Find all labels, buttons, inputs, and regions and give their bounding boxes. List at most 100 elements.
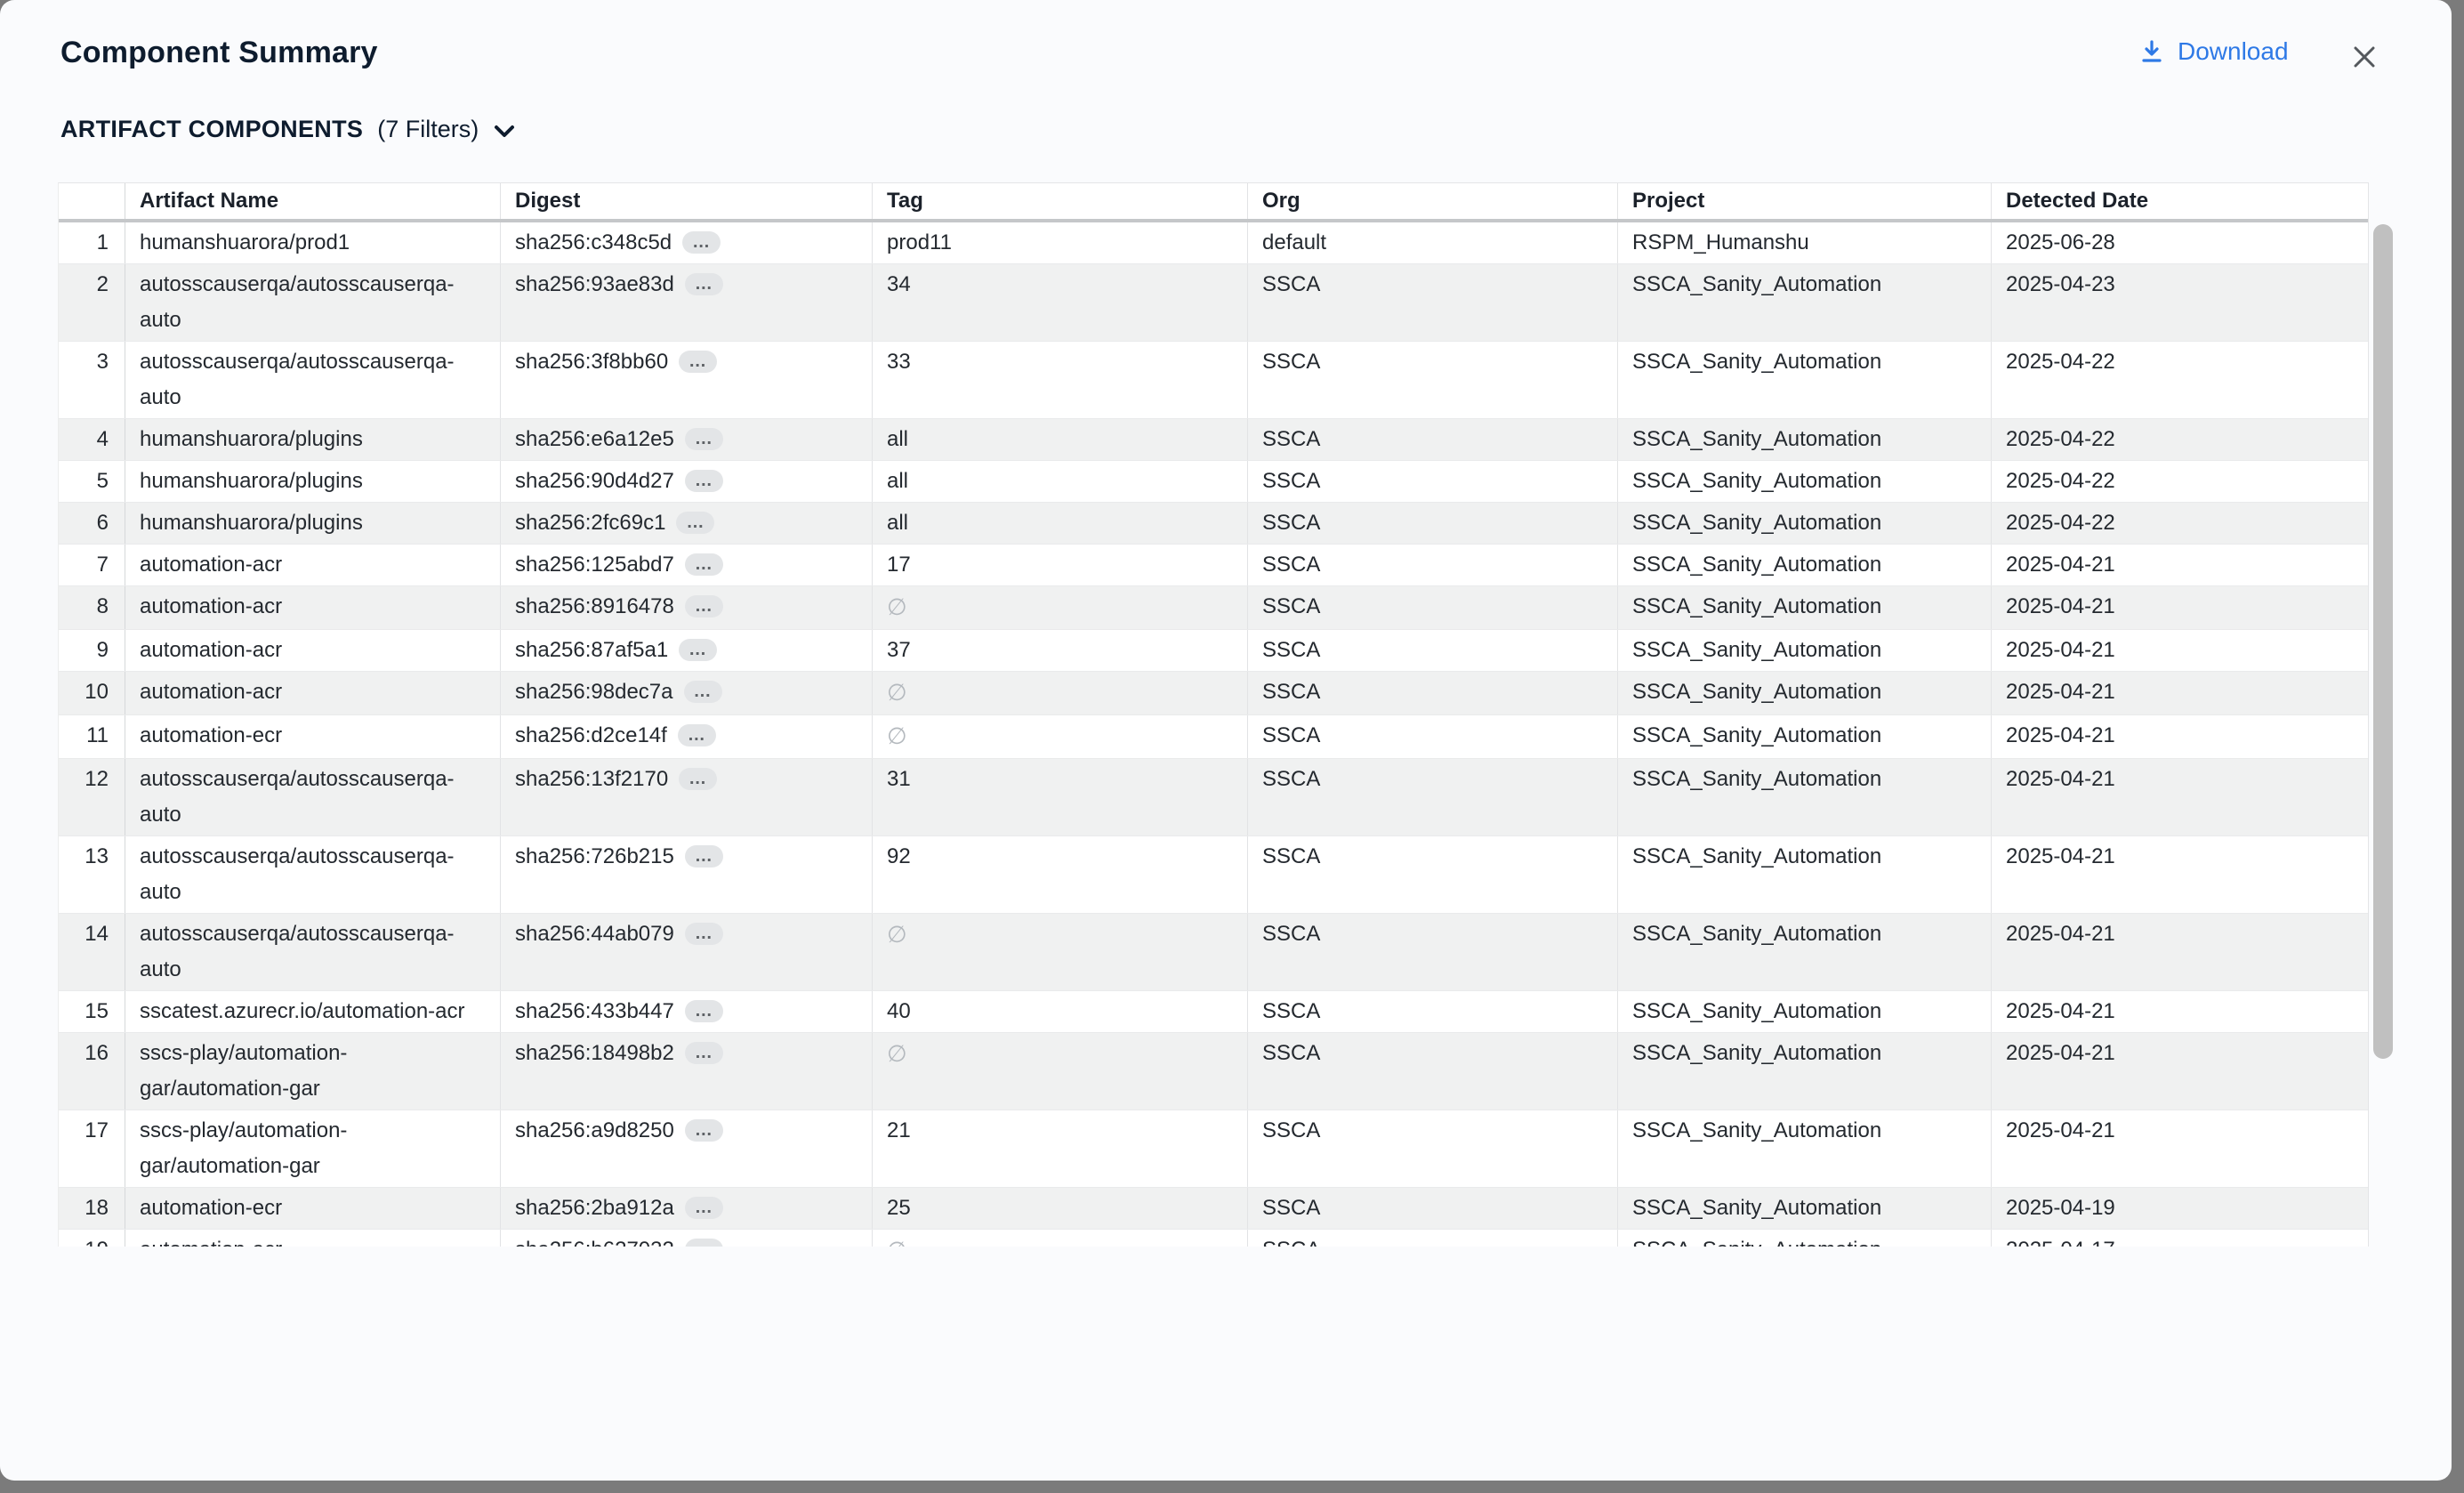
col-header-tag[interactable]: Tag <box>873 183 1248 219</box>
cell-artifact-name: autosscauserqa/autosscauserqa-auto <box>125 759 501 835</box>
digest-value: sha256:18498b2 <box>515 1041 674 1065</box>
digest-expand-button[interactable]: … <box>685 595 723 617</box>
digest-value: sha256:c348c5d <box>515 230 672 254</box>
cell-project: SSCA_Sanity_Automation <box>1618 759 1992 835</box>
cell-tag: ∅ <box>873 715 1248 758</box>
cell-org: default <box>1248 222 1618 263</box>
digest-expand-button[interactable]: … <box>685 273 723 295</box>
digest-value: sha256:b627032 <box>515 1238 674 1247</box>
cell-artifact-name: autosscauserqa/autosscauserqa-auto <box>125 264 501 341</box>
cell-row-number: 12 <box>59 759 125 835</box>
table-row[interactable]: 12autosscauserqa/autosscauserqa-autosha2… <box>59 759 2368 836</box>
vertical-scrollbar-thumb[interactable] <box>2373 224 2393 1059</box>
digest-expand-button[interactable]: … <box>685 428 723 450</box>
table-row[interactable]: 7automation-acrsha256:125abd7…17SSCASSCA… <box>59 545 2368 586</box>
cell-digest: sha256:2ba912a… <box>501 1188 873 1229</box>
table-body: 1humanshuarora/prod1sha256:c348c5d…prod1… <box>59 222 2368 1247</box>
cell-org: SSCA <box>1248 1188 1618 1229</box>
table-row[interactable]: 11automation-ecrsha256:d2ce14f…∅SSCASSCA… <box>59 715 2368 759</box>
cell-org: SSCA <box>1248 630 1618 671</box>
col-header-project[interactable]: Project <box>1618 183 1992 219</box>
cell-org: SSCA <box>1248 1230 1618 1247</box>
cell-digest: sha256:726b215 … <box>501 836 873 913</box>
cell-row-number: 10 <box>59 672 125 714</box>
table-row[interactable]: 18automation-ecrsha256:2ba912a…25SSCASSC… <box>59 1188 2368 1230</box>
cell-row-number: 17 <box>59 1110 125 1187</box>
cell-tag: all <box>873 419 1248 460</box>
close-icon <box>2349 42 2379 72</box>
cell-project: SSCA_Sanity_Automation <box>1618 545 1992 585</box>
cell-detected-date: 2025-04-21 <box>1992 545 2368 585</box>
cell-artifact-name: automation-acr <box>125 1230 501 1247</box>
cell-detected-date: 2025-04-21 <box>1992 672 2368 714</box>
digest-expand-button[interactable]: … <box>685 845 723 868</box>
table-row[interactable]: 1humanshuarora/prod1sha256:c348c5d…prod1… <box>59 222 2368 264</box>
cell-tag: ∅ <box>873 586 1248 629</box>
table-row[interactable]: 17sscs-play/automation-gar/automation-ga… <box>59 1110 2368 1188</box>
cell-detected-date: 2025-04-21 <box>1992 715 2368 758</box>
cell-org: SSCA <box>1248 991 1618 1032</box>
table-row[interactable]: 9automation-acrsha256:87af5a1…37SSCASSCA… <box>59 630 2368 672</box>
table-row[interactable]: 8automation-acrsha256:8916478…∅SSCASSCA_… <box>59 586 2368 630</box>
col-header-digest[interactable]: Digest <box>501 183 873 219</box>
empty-tag-icon: ∅ <box>887 1237 907 1247</box>
table-row[interactable]: 16sscs-play/automation-gar/automation-ga… <box>59 1033 2368 1110</box>
cell-tag: all <box>873 461 1248 502</box>
digest-value: sha256:e6a12e5 <box>515 427 674 451</box>
digest-expand-button[interactable]: … <box>685 470 723 492</box>
cell-row-number: 8 <box>59 586 125 629</box>
col-header-artifact-name[interactable]: Artifact Name <box>125 183 501 219</box>
table-row[interactable]: 15sscatest.azurecr.io/automation-acrsha2… <box>59 991 2368 1033</box>
table-row[interactable]: 13autosscauserqa/autosscauserqa-autosha2… <box>59 836 2368 914</box>
cell-tag: ∅ <box>873 1230 1248 1247</box>
table-row[interactable]: 4humanshuarora/pluginssha256:e6a12e5…all… <box>59 419 2368 461</box>
digest-value: sha256:125abd7 <box>515 553 674 577</box>
cell-tag: 92 <box>873 836 1248 913</box>
empty-tag-icon: ∅ <box>887 679 907 706</box>
table-row[interactable]: 3autosscauserqa/autosscauserqa-autosha25… <box>59 342 2368 419</box>
digest-value: sha256:93ae83d <box>515 272 674 296</box>
cell-org: SSCA <box>1248 715 1618 758</box>
cell-org: SSCA <box>1248 672 1618 714</box>
cell-project: SSCA_Sanity_Automation <box>1618 461 1992 502</box>
table-row[interactable]: 5humanshuarora/pluginssha256:90d4d27…all… <box>59 461 2368 503</box>
cell-project: SSCA_Sanity_Automation <box>1618 1188 1992 1229</box>
cell-detected-date: 2025-04-22 <box>1992 342 2368 418</box>
filters-count-label[interactable]: (7 Filters) <box>377 116 479 143</box>
digest-expand-button[interactable]: … <box>679 351 717 373</box>
digest-expand-button[interactable]: … <box>679 768 717 790</box>
col-header-org[interactable]: Org <box>1248 183 1618 219</box>
artifact-components-header: ARTIFACT COMPONENTS (7 Filters) <box>60 116 516 143</box>
table-row[interactable]: 6humanshuarora/pluginssha256:2fc69c1…all… <box>59 503 2368 545</box>
col-header-detected-date[interactable]: Detected Date <box>1992 183 2368 219</box>
cell-artifact-name: autosscauserqa/autosscauserqa-auto <box>125 914 501 990</box>
digest-expand-button[interactable]: … <box>676 512 714 534</box>
table-row[interactable]: 10automation-acrsha256:98dec7a…∅SSCASSCA… <box>59 672 2368 715</box>
digest-expand-button[interactable]: … <box>682 231 721 254</box>
digest-value: sha256:3f8bb60 <box>515 350 668 374</box>
download-button[interactable]: Download <box>2138 37 2289 66</box>
digest-value: sha256:87af5a1 <box>515 638 668 662</box>
close-button[interactable] <box>2347 39 2382 75</box>
digest-expand-button[interactable]: … <box>685 1239 723 1247</box>
cell-detected-date: 2025-04-21 <box>1992 1110 2368 1187</box>
digest-expand-button[interactable]: … <box>684 681 722 703</box>
digest-expand-button[interactable]: … <box>685 1197 723 1219</box>
cell-project: SSCA_Sanity_Automation <box>1618 672 1992 714</box>
digest-expand-button[interactable]: … <box>685 1119 723 1142</box>
chevron-down-icon[interactable] <box>493 121 516 139</box>
table-row[interactable]: 2autosscauserqa/autosscauserqa-autosha25… <box>59 264 2368 342</box>
table-row[interactable]: 14autosscauserqa/autosscauserqa-autosha2… <box>59 914 2368 991</box>
digest-expand-button[interactable]: … <box>685 923 723 945</box>
digest-value: sha256:98dec7a <box>515 680 673 704</box>
cell-detected-date: 2025-04-21 <box>1992 836 2368 913</box>
digest-expand-button[interactable]: … <box>679 639 717 661</box>
digest-expand-button[interactable]: … <box>685 1042 723 1064</box>
digest-expand-button[interactable]: … <box>678 724 716 746</box>
cell-tag: all <box>873 503 1248 544</box>
digest-value: sha256:726b215 <box>515 844 674 868</box>
cell-project: RSPM_Humanshu <box>1618 222 1992 263</box>
digest-expand-button[interactable]: … <box>685 553 723 576</box>
table-row[interactable]: 19automation-acrsha256:b627032…∅SSCASSCA… <box>59 1230 2368 1247</box>
digest-expand-button[interactable]: … <box>685 1000 723 1022</box>
